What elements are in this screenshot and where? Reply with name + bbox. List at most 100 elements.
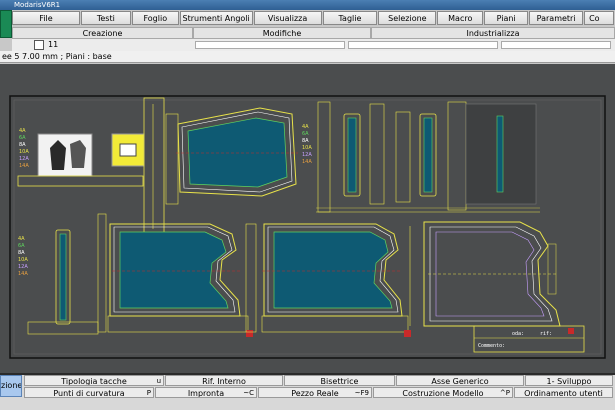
pattern-piece (187, 117, 288, 188)
menu-bar: File Testi Foglio Strumenti Angoli Visua… (12, 11, 615, 26)
mode-button[interactable]: zione (0, 375, 22, 397)
size-label: 12A (19, 156, 29, 162)
size-label: 14A (19, 163, 29, 169)
fn-ordinamento-utenti[interactable]: Ordinamento utenti (514, 387, 613, 398)
size-label: 6A (18, 243, 25, 249)
fn-shortcut: P (146, 389, 151, 397)
piece-outline (17, 175, 144, 187)
size-label: 8A (18, 250, 25, 256)
field-box[interactable] (501, 41, 611, 49)
piece-icon[interactable] (34, 40, 44, 50)
menu-piani[interactable]: Piani (484, 11, 529, 25)
strip-outline (369, 103, 385, 205)
strip-piece (59, 233, 67, 321)
fn-costruzione-modello[interactable]: Costruzione Modello ^P (373, 387, 513, 398)
strip-outline (447, 101, 467, 211)
field-box[interactable] (348, 41, 498, 49)
piece-outline (143, 97, 165, 234)
fn-rif-interno[interactable]: Rif. Interno (165, 375, 283, 386)
fn-punti-di-curvatura[interactable]: Punti di curvatura P (24, 387, 154, 398)
fn-label: Bisettrice (320, 377, 359, 386)
piece-marker (568, 328, 574, 334)
group-modifiche[interactable]: Modifiche (193, 27, 371, 39)
toolbar-row: 11 (12, 39, 615, 51)
strip-piece (496, 115, 504, 193)
title-block-commento: Commento: (478, 343, 505, 349)
piece-count: 11 (48, 40, 59, 49)
fn-shortcut: ~F9 (354, 389, 369, 397)
size-label: 8A (19, 142, 26, 148)
fn-label: Tipologia tacche (61, 377, 127, 386)
strip-outline (97, 213, 107, 333)
size-label: 10A (302, 145, 312, 151)
function-panel: zione Tipologia tacche u Rif. Interno Bis… (0, 375, 615, 410)
fn-label: Pezzo Reale (291, 389, 339, 398)
fn-shortcut: ~C (243, 389, 254, 397)
size-label: 10A (18, 257, 28, 263)
fn-shortcut: ^P (499, 389, 510, 397)
piece-marker (246, 330, 253, 337)
group-row: Creazione Modifiche Industrializza (12, 27, 615, 39)
fn-sviluppo[interactable]: 1- Sviluppo (525, 375, 613, 386)
window-title: ModarisV6R1 (0, 0, 615, 10)
workspace[interactable]: 4A 6A 8A 10A 12A 14A 4A 6A 8A 10A 12A 14… (0, 64, 615, 373)
piece-outline (107, 315, 249, 333)
size-label: 10A (19, 149, 29, 155)
fn-label: Punti di curvatura (53, 389, 125, 398)
fn-pezzo-reale[interactable]: Pezzo Reale ~F9 (258, 387, 372, 398)
menu-strumenti-angoli[interactable]: Strumenti Angoli (179, 11, 253, 25)
size-label: 6A (19, 135, 26, 141)
size-labels-top-left: 4A 6A 8A 10A 12A 14A (19, 128, 29, 169)
fn-label: Asse Generico (431, 377, 489, 386)
piece-outline (547, 243, 557, 295)
size-label: 14A (302, 159, 312, 165)
menu-foglio[interactable]: Foglio (131, 11, 179, 25)
group-creazione[interactable]: Creazione (12, 27, 193, 39)
fn-bisettrice[interactable]: Bisettrice (284, 375, 395, 386)
info-bar: ee 5 7.00 mm ; Piani : base (0, 51, 615, 63)
fn-label: Rif. Interno (202, 377, 246, 386)
strip-piece (423, 117, 433, 193)
menu-parametri[interactable]: Parametri (529, 11, 584, 25)
size-label: 4A (18, 236, 25, 242)
menu-visualizza[interactable]: Visualizza (253, 11, 322, 25)
strip-outline (395, 111, 411, 203)
piece-outline (317, 101, 331, 213)
field-box[interactable] (195, 41, 345, 49)
fn-label: Costruzione Modello (402, 389, 484, 398)
size-labels-top-piece: 4A 6A 8A 10A 12A 14A (302, 124, 312, 165)
fn-tipologia-tacche[interactable]: Tipologia tacche u (24, 375, 164, 386)
menu-macro[interactable]: Macro (437, 11, 484, 25)
piece-outline (165, 113, 179, 205)
menu-selezione[interactable]: Selezione (378, 11, 437, 25)
pattern-piece (119, 231, 229, 309)
title-block-oda: oda: (512, 331, 524, 337)
menu-testi[interactable]: Testi (80, 11, 131, 25)
app-icon[interactable] (0, 10, 12, 38)
piece-outline (261, 315, 409, 333)
size-label: 4A (19, 128, 26, 134)
fn-shortcut: u (156, 377, 161, 385)
strip-piece (347, 117, 357, 193)
menu-file[interactable]: File (12, 11, 80, 25)
size-labels-lower-left: 4A 6A 8A 10A 12A 14A (18, 236, 28, 277)
pattern-canvas[interactable]: 4A 6A 8A 10A 12A 14A 4A 6A 8A 10A 12A 14… (0, 64, 615, 373)
function-row-1: Tipologia tacche u Rif. Interno Bisettric… (24, 375, 614, 386)
title-block-rif: rif: (540, 331, 552, 337)
size-label: 8A (302, 138, 309, 144)
menu-co[interactable]: Co (584, 11, 615, 25)
size-label: 12A (302, 152, 312, 158)
fn-impronta[interactable]: Impronta ~C (155, 387, 257, 398)
size-label: 4A (302, 124, 309, 130)
size-label: 12A (18, 264, 28, 270)
menu-taglie[interactable]: Taglie (322, 11, 378, 25)
size-label: 14A (18, 271, 28, 277)
piece-marker (404, 330, 411, 337)
fn-label: 1- Sviluppo (546, 377, 592, 386)
fn-label: Impronta (187, 389, 225, 398)
fn-asse-generico[interactable]: Asse Generico (396, 375, 524, 386)
group-industrializza[interactable]: Industrializza (371, 27, 615, 39)
pattern-piece (273, 231, 393, 309)
size-label: 6A (302, 131, 309, 137)
function-row-2: Punti di curvatura P Impronta ~C Pezzo Rea… (24, 387, 614, 398)
